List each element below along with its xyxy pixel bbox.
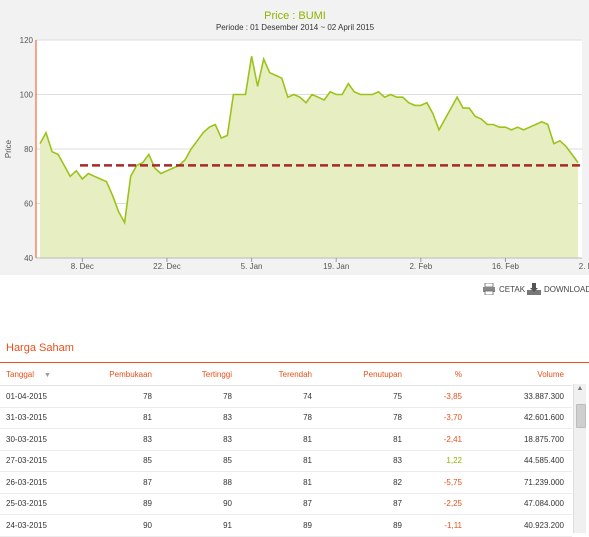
cell-open: 81 [90, 407, 160, 429]
cell-high: 90 [160, 493, 240, 515]
column-header-volume[interactable]: Volume [470, 363, 572, 386]
cell-date: 26-03-2015 [0, 471, 90, 494]
table-row: 26-03-2015 87 88 81 82 -5,75 71.239.000 [0, 471, 572, 494]
cell-volume: 33.887.300 [470, 385, 572, 408]
cell-volume: 18.875.700 [470, 428, 572, 451]
cell-low: 87 [240, 493, 320, 515]
cell-high: 85 [160, 450, 240, 472]
x-tick-label: 22. Dec [153, 262, 181, 271]
cell-close: 87 [320, 493, 410, 515]
download-icon [527, 283, 541, 295]
cell-volume: 71.239.000 [470, 471, 572, 494]
cell-change-percent: -3,85 [410, 385, 470, 408]
cell-low: 81 [240, 428, 320, 451]
cell-low: 78 [240, 407, 320, 429]
price-chart: 40 60 80 100 120 8. Dec 22. Dec 5. Jan 19. Jan 2… [4, 10, 589, 271]
y-axis-label: Price [4, 139, 13, 158]
cell-volume: 44.585.400 [470, 450, 572, 472]
cell-change-percent: -2,25 [410, 493, 470, 515]
download-label: DOWNLOAD [544, 284, 589, 294]
cell-low: 81 [240, 471, 320, 494]
chart-title: Price : BUMI [264, 10, 326, 22]
column-header-penutupan[interactable]: Penutupan [320, 363, 410, 386]
column-header-percent[interactable]: % [410, 363, 470, 386]
cell-change-percent: 1,22 [410, 450, 470, 472]
y-tick-label: 120 [20, 36, 34, 45]
cell-change-percent: -2,41 [410, 428, 470, 451]
cell-close: 78 [320, 407, 410, 429]
x-tick-label: 5. Jan [241, 262, 263, 271]
cell-close: 81 [320, 428, 410, 451]
table-row: 31-03-2015 81 83 78 78 -3,70 42.601.600 [0, 407, 572, 429]
x-tick-label: 8. Dec [71, 262, 94, 271]
cell-volume: 42.601.600 [470, 407, 572, 429]
y-tick-label: 80 [24, 145, 33, 154]
x-tick-label: 2. Feb [409, 262, 432, 271]
cell-high: 88 [160, 471, 240, 494]
column-header-pembukaan[interactable]: Pembukaan [90, 363, 160, 386]
table-row: 25-03-2015 89 90 87 87 -2,25 47.084.000 [0, 493, 572, 515]
cell-date: 01-04-2015 [0, 385, 90, 408]
cell-high: 83 [160, 407, 240, 429]
print-button[interactable]: CETAK [482, 280, 525, 298]
column-header-terendah[interactable]: Terendah [240, 363, 320, 386]
x-tick-label: 16. Feb [492, 262, 520, 271]
cell-close: 82 [320, 471, 410, 494]
table-row: 30-03-2015 83 83 81 81 -2,41 18.875.700 [0, 428, 572, 451]
cell-date: 30-03-2015 [0, 428, 90, 451]
cell-open: 89 [90, 493, 160, 515]
cell-close: 75 [320, 385, 410, 408]
table-row: 27-03-2015 85 85 81 83 1,22 44.585.400 [0, 450, 572, 472]
x-tick-label: 19. Jan [323, 262, 349, 271]
scroll-up-arrow-icon[interactable]: ▲ [574, 384, 586, 394]
cell-open: 83 [90, 428, 160, 451]
y-tick-label: 40 [24, 254, 33, 263]
price-table-container: Tanggal ▼ Pembukaan Tertinggi Terendah Pe… [0, 362, 589, 537]
download-button[interactable]: DOWNLOAD [527, 280, 589, 298]
cell-volume: 47.084.000 [470, 493, 572, 515]
print-label: CETAK [499, 284, 526, 294]
table-scrollbar[interactable]: ▲ [573, 384, 586, 533]
x-tick-label: 2. Mar [579, 262, 589, 271]
cell-change-percent: -3,70 [410, 407, 470, 429]
cell-close: 83 [320, 450, 410, 472]
price-chart-panel: 40 60 80 100 120 8. Dec 22. Dec 5. Jan 19. Jan 2… [0, 0, 589, 275]
cell-date: 31-03-2015 [0, 407, 90, 429]
y-tick-label: 60 [24, 200, 33, 209]
cell-date: 27-03-2015 [0, 450, 90, 472]
cell-low: 74 [240, 385, 320, 408]
cell-date: 25-03-2015 [0, 493, 90, 515]
table-row: 01-04-2015 78 78 74 75 -3,85 33.887.300 [0, 385, 572, 408]
cell-open: 87 [90, 471, 160, 494]
cell-change-percent: -5,75 [410, 471, 470, 494]
section-title: Harga Saham [6, 342, 74, 354]
printer-icon [483, 283, 495, 295]
price-history-table: Tanggal ▼ Pembukaan Tertinggi Terendah Pe… [0, 363, 572, 537]
scrollbar-thumb[interactable] [576, 404, 586, 428]
table-header-row: Tanggal ▼ Pembukaan Tertinggi Terendah Pe… [0, 363, 572, 386]
cell-high: 78 [160, 385, 240, 408]
column-header-tanggal[interactable]: Tanggal ▼ [0, 363, 90, 386]
cell-high: 83 [160, 428, 240, 451]
column-header-tertinggi[interactable]: Tertinggi [160, 363, 240, 386]
y-tick-label: 100 [20, 91, 34, 100]
sort-down-icon[interactable]: ▼ [44, 372, 51, 379]
cell-low: 81 [240, 450, 320, 472]
cell-open: 78 [90, 385, 160, 408]
chart-subtitle: Periode : 01 Desember 2014 ~ 02 April 20… [216, 23, 375, 32]
cell-open: 85 [90, 450, 160, 472]
